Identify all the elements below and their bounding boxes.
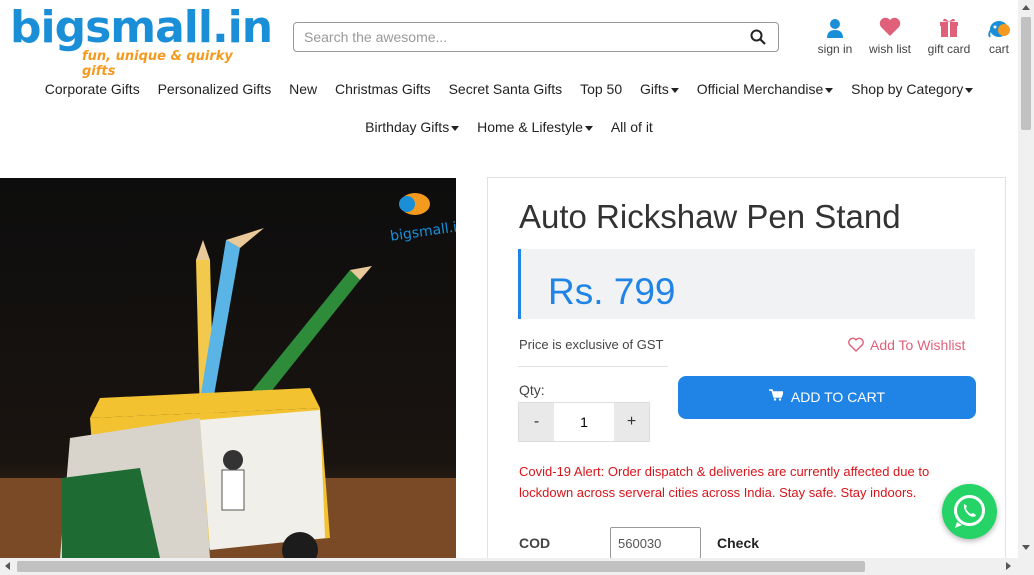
site-logo[interactable]: bigsmall.in fun, unique & quirky gifts [10, 2, 273, 80]
product-price: Rs. 799 [548, 271, 676, 312]
nav-all-of-it[interactable]: All of it [611, 119, 653, 135]
heart-outline-icon [848, 337, 864, 355]
scroll-right-icon[interactable] [1006, 562, 1011, 570]
price-box: Rs. 799 [518, 249, 975, 319]
gift-card-label: gift card [927, 42, 971, 56]
nav-secret-santa-gifts[interactable]: Secret Santa Gifts [449, 81, 563, 97]
product-panel: Auto Rickshaw Pen Stand Rs. 799 Price is… [487, 177, 1006, 567]
whatsapp-icon [954, 495, 985, 528]
scroll-left-icon[interactable] [5, 562, 10, 570]
nav-label: Christmas Gifts [335, 81, 431, 97]
caret-down-icon [584, 125, 593, 131]
nav-christmas-gifts[interactable]: Christmas Gifts [335, 81, 431, 97]
vertical-scrollbar[interactable] [1018, 0, 1034, 575]
cart-link[interactable]: cart [984, 16, 1014, 56]
scroll-down-icon[interactable] [1022, 545, 1030, 550]
cod-label: COD [519, 535, 551, 551]
nav-official-merchandise[interactable]: Official Merchandise [697, 81, 834, 97]
qty-input[interactable] [554, 403, 614, 441]
user-icon [815, 16, 855, 40]
heart-icon [866, 16, 914, 40]
gift-card-link[interactable]: gift card [925, 16, 973, 56]
horizontal-scrollbar[interactable] [0, 558, 1018, 575]
nav-personalized-gifts[interactable]: Personalized Gifts [158, 81, 272, 97]
nav-gifts[interactable]: Gifts [640, 81, 679, 97]
main-nav-row-2: Birthday Gifts Home & Lifestyle All of i… [0, 119, 1018, 135]
search-icon[interactable] [750, 29, 766, 50]
quantity-stepper: - + [518, 402, 650, 442]
qty-label: Qty: [519, 382, 545, 398]
product-title: Auto Rickshaw Pen Stand [519, 198, 901, 235]
wishlist-link-label: Add To Wishlist [870, 337, 966, 353]
nav-label: Shop by Category [851, 81, 964, 97]
nav-label: Home & Lifestyle [477, 119, 583, 135]
scroll-up-icon[interactable] [1022, 5, 1030, 10]
nav-shop-by-category[interactable]: Shop by Category [851, 81, 974, 97]
logo-text: bigsmall.in [10, 2, 273, 53]
main-nav-row-1: Corporate Gifts Personalized Gifts New C… [0, 81, 1018, 97]
gst-note: Price is exclusive of GST [519, 337, 664, 352]
whatsapp-chat-button[interactable] [942, 484, 997, 539]
horizontal-scroll-thumb[interactable] [17, 561, 865, 572]
nav-label: Gifts [640, 81, 669, 97]
add-to-cart-button[interactable]: ADD TO CART [678, 376, 976, 419]
nav-label: Secret Santa Gifts [448, 81, 563, 97]
nav-top-50[interactable]: Top 50 [580, 81, 622, 97]
logo-tagline: fun, unique & quirky gifts [82, 49, 233, 79]
search-bar [293, 22, 779, 52]
nav-label: Official Merchandise [696, 81, 824, 97]
nav-birthday-gifts[interactable]: Birthday Gifts [365, 119, 460, 135]
add-to-wishlist-link[interactable]: Add To Wishlist [848, 337, 965, 355]
nav-label: New [289, 81, 318, 97]
divider [518, 366, 668, 367]
search-input[interactable] [294, 23, 734, 51]
product-image[interactable]: bigsmall.in [0, 178, 456, 558]
cart-label: cart [988, 42, 1009, 56]
auto-rickshaw-photo: bigsmall.in [0, 178, 456, 558]
qty-decrement-button[interactable]: - [519, 403, 554, 441]
nav-label: Birthday Gifts [365, 119, 450, 135]
sign-in-label: sign in [817, 42, 853, 56]
add-to-cart-label: ADD TO CART [790, 389, 886, 405]
caret-down-icon [670, 87, 679, 93]
wishlist-link[interactable]: wish list [866, 16, 914, 56]
caret-down-icon [965, 87, 974, 93]
nav-label: Top 50 [580, 81, 623, 97]
caret-down-icon [825, 87, 834, 93]
caret-down-icon [451, 125, 460, 131]
nav-label: Personalized Gifts [157, 81, 272, 97]
nav-label: All of it [610, 119, 653, 135]
cart-elephant-icon [984, 16, 1014, 40]
nav-corporate-gifts[interactable]: Corporate Gifts [45, 81, 140, 97]
nav-label: Corporate Gifts [44, 81, 140, 97]
qty-increment-button[interactable]: + [614, 403, 649, 441]
check-pincode-button[interactable]: Check [717, 535, 759, 551]
nav-new[interactable]: New [289, 81, 317, 97]
wishlist-label: wish list [868, 42, 911, 56]
nav-home-lifestyle[interactable]: Home & Lifestyle [477, 119, 593, 135]
vertical-scroll-thumb[interactable] [1021, 17, 1031, 130]
cart-icon [768, 375, 785, 418]
covid-alert: Covid-19 Alert: Order dispatch & deliver… [519, 464, 930, 500]
sign-in-link[interactable]: sign in [815, 16, 855, 56]
pincode-input[interactable] [610, 527, 701, 559]
gift-icon [925, 16, 973, 40]
